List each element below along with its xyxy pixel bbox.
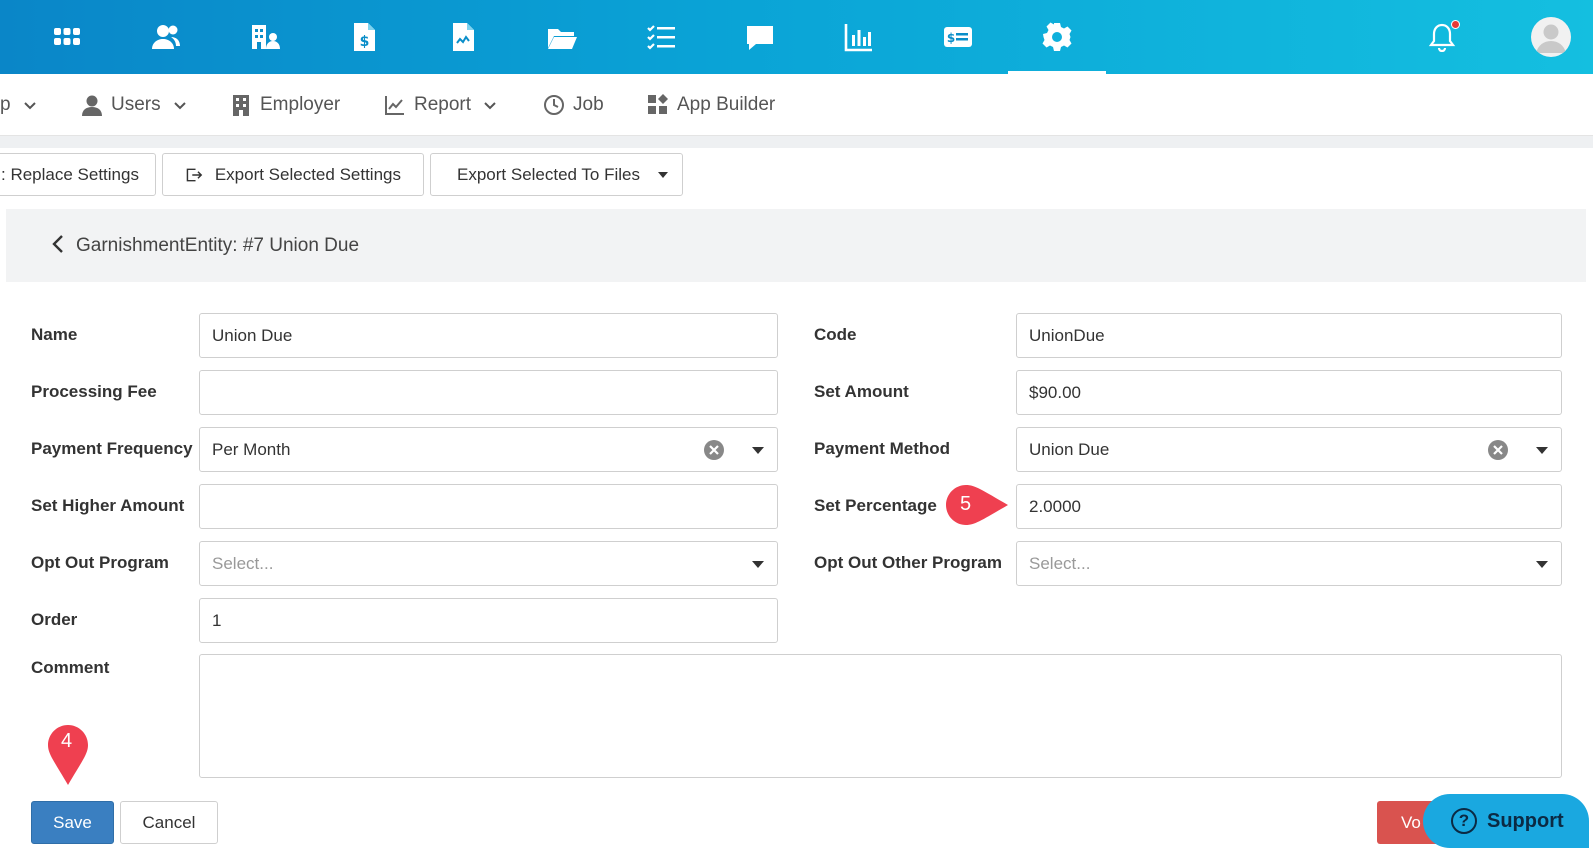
replace-settings-button[interactable]: : Replace Settings: [0, 153, 156, 196]
buildings-icon[interactable]: [216, 0, 314, 74]
user-avatar-icon: [1536, 24, 1566, 53]
nav-item-label: Report: [414, 94, 472, 115]
save-button[interactable]: Save: [31, 801, 114, 844]
invoice-dollar-icon[interactable]: $: [315, 0, 413, 74]
opt-out-other-program-select[interactable]: Select...: [1016, 541, 1562, 586]
bar-chart-icon[interactable]: [810, 0, 908, 74]
order-label: Order: [31, 610, 78, 629]
name-field[interactable]: [199, 313, 778, 358]
step-marker-4: 4: [46, 723, 90, 787]
caret-down-icon[interactable]: [658, 171, 668, 178]
nav-item-label: Job: [573, 94, 604, 115]
nav-item-report[interactable]: Report: [384, 74, 497, 136]
gear-icon[interactable]: [1008, 0, 1106, 74]
checklist-icon[interactable]: [612, 0, 710, 74]
chevron-down-icon: [484, 102, 496, 110]
avatar[interactable]: [1531, 17, 1571, 57]
page-title: GarnishmentEntity: #7 Union Due: [76, 235, 360, 256]
building-icon: [233, 95, 249, 116]
step-marker-number: 4: [61, 730, 73, 752]
step-marker-5: 5: [944, 483, 1010, 527]
notification-dot: [1451, 20, 1460, 29]
caret-down-icon[interactable]: [752, 561, 764, 568]
comment-label: Comment: [31, 658, 110, 677]
chat-icon[interactable]: [711, 0, 809, 74]
payment-frequency-value: Per Month: [212, 440, 291, 459]
opt-out-program-placeholder: Select...: [212, 554, 274, 573]
arrow-marker-icon: [946, 485, 1008, 525]
opt-out-other-program-placeholder: Select...: [1029, 554, 1091, 573]
clear-selection-icon[interactable]: [703, 439, 725, 461]
payment-method-value: Union Due: [1029, 440, 1110, 459]
export-icon: [186, 168, 203, 181]
svg-text:$: $: [360, 34, 370, 50]
report-file-icon[interactable]: [414, 0, 512, 74]
payment-method-label: Payment Method: [814, 439, 951, 458]
code-field[interactable]: [1016, 313, 1562, 358]
users-icon[interactable]: [117, 0, 215, 74]
payment-frequency-label: Payment Frequency: [31, 439, 193, 458]
set-percentage-field[interactable]: [1016, 484, 1562, 529]
record-header-panel: GarnishmentEntity: #7 Union Due: [6, 209, 1586, 282]
nav-item-label: Users: [111, 94, 161, 115]
caret-down-icon[interactable]: [752, 447, 764, 454]
support-button[interactable]: ? Support: [1423, 794, 1589, 848]
chevron-down-icon: [23, 102, 36, 110]
export-selected-settings-label: Export Selected Settings: [214, 164, 401, 184]
opt-out-program-select[interactable]: Select...: [199, 541, 778, 586]
opt-out-program-label: Opt Out Program: [31, 553, 169, 572]
notification-bell-icon[interactable]: [1428, 20, 1460, 54]
export-selected-settings-button[interactable]: Export Selected Settings: [162, 153, 424, 196]
folder-open-icon[interactable]: [513, 0, 611, 74]
line-chart-icon: [385, 96, 404, 115]
back-chevron-icon[interactable]: [50, 233, 70, 257]
set-higher-amount-field[interactable]: [199, 484, 778, 529]
replace-settings-label: : Replace Settings: [1, 164, 139, 184]
code-label: Code: [814, 325, 857, 344]
order-field[interactable]: [199, 598, 778, 643]
void-label: Vo: [1401, 812, 1421, 832]
app-builder-icon: [648, 94, 668, 114]
nav-item-app-builder[interactable]: App Builder: [647, 74, 775, 136]
help-question-icon: ?: [1451, 808, 1477, 834]
clear-selection-icon[interactable]: [1487, 439, 1509, 461]
set-higher-amount-label: Set Higher Amount: [31, 496, 185, 515]
nav-item-employer[interactable]: Employer: [230, 74, 340, 136]
svg-text:$: $: [947, 31, 955, 45]
set-percentage-label: Set Percentage: [814, 496, 937, 515]
processing-fee-label: Processing Fee: [31, 382, 157, 401]
nav-item-label: Employer: [260, 94, 341, 115]
user-icon: [82, 95, 102, 116]
chevron-down-icon: [173, 102, 186, 110]
nav-item-partial[interactable]: p: [0, 74, 37, 136]
step-marker-number: 5: [960, 493, 972, 515]
comment-textarea[interactable]: [199, 654, 1562, 778]
support-label: Support: [1487, 809, 1564, 832]
payment-frequency-select[interactable]: Per Month: [199, 427, 778, 472]
export-selected-to-files-label: Export Selected To Files: [457, 164, 640, 184]
apps-grid-icon[interactable]: [18, 0, 116, 74]
caret-down-icon[interactable]: [1536, 447, 1548, 454]
nav-item-label: p: [0, 94, 11, 115]
opt-out-other-program-label: Opt Out Other Program: [814, 553, 1002, 572]
nav-item-job[interactable]: Job: [543, 74, 604, 136]
set-amount-field[interactable]: [1016, 370, 1562, 415]
top-app-bar: $ $: [0, 0, 1593, 74]
clock-icon: [544, 95, 564, 115]
nav-item-label: App Builder: [677, 94, 776, 115]
main-nav-bar: p Users Employer Report Job App Builder: [0, 74, 1593, 136]
nav-divider: [0, 136, 1593, 148]
nav-item-users[interactable]: Users: [81, 74, 187, 136]
cancel-button[interactable]: Cancel: [120, 801, 218, 844]
export-selected-to-files-button[interactable]: Export Selected To Files: [430, 153, 683, 196]
money-card-icon[interactable]: $: [909, 0, 1007, 74]
set-amount-label: Set Amount: [814, 382, 909, 401]
name-label: Name: [31, 325, 78, 344]
processing-fee-field[interactable]: [199, 370, 778, 415]
payment-method-select[interactable]: Union Due: [1016, 427, 1562, 472]
caret-down-icon[interactable]: [1536, 561, 1548, 568]
